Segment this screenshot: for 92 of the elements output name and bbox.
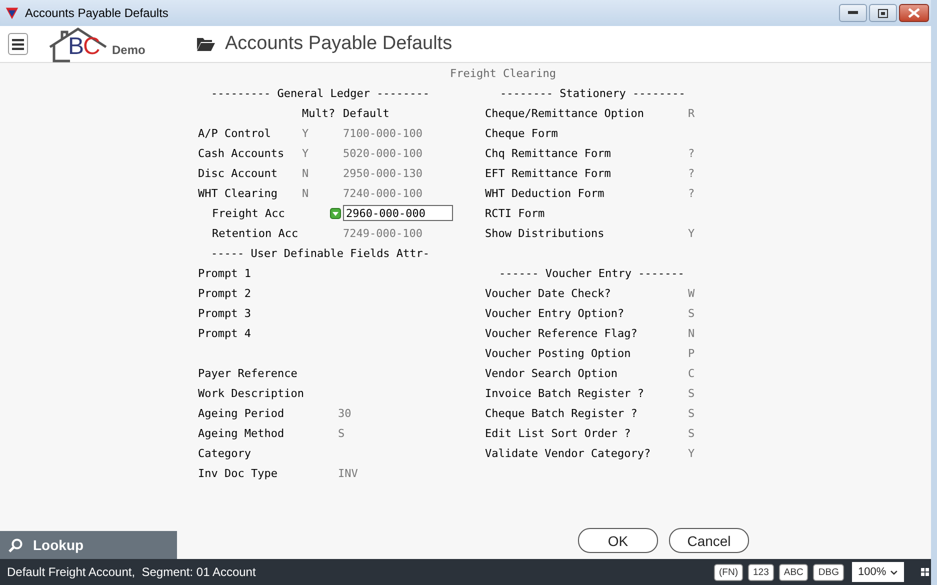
folder-icon [197,37,215,51]
field-prompt: Freight Clearing [450,66,556,80]
field-label: Work Description [198,386,304,400]
field-label: RCTI Form [485,206,545,220]
field-value: S [338,426,345,440]
field-label: Cheque/Remittance Option [485,106,644,120]
field-label: Prompt 3 [198,306,251,320]
field-label: Voucher Posting Option [485,346,631,360]
status-message: Default Freight Account, Segment: 01 Account [7,565,256,579]
field-label: Inv Doc Type [198,466,278,480]
ok-button[interactable]: OK [578,528,658,553]
field-value: S [688,306,695,320]
field-label: Vendor Search Option [485,366,618,380]
field-value: INV [338,466,358,480]
field-label: Cheque Batch Register ? [485,406,638,420]
field-value: S [688,406,695,420]
field-value: Y [302,126,309,140]
field-label: Cash Accounts [198,146,284,160]
field-label: Voucher Reference Flag? [485,326,638,340]
field-label: Retention Acc [211,226,298,240]
window-title: Accounts Payable Defaults [25,6,168,20]
menu-button[interactable] [8,33,28,55]
app-icon [5,6,19,20]
field-label: Ageing Period [198,406,284,420]
field-value: N [302,166,309,180]
field-label: Ageing Method [198,426,284,440]
field-value: P [688,346,695,360]
field-label: WHT Clearing [198,186,278,200]
field-value: 7240-000-100 [343,186,422,200]
cancel-button[interactable]: Cancel [669,528,749,553]
field-label: Prompt 1 [198,266,251,280]
field-value: Y [302,146,309,160]
mode-toggle[interactable]: (FN) [714,564,743,580]
field-label: Validate Vendor Category? [485,446,651,460]
maximize-button[interactable] [869,4,897,22]
menu-icon [12,38,24,50]
field-label: Show Distributions [485,226,604,240]
field-label: Prompt 4 [198,326,251,340]
field-value: ? [688,166,695,180]
logo: BC Demo [48,27,153,61]
field-value: 5020-000-100 [343,146,422,160]
field-value: S [688,386,695,400]
lookup-button[interactable]: Lookup [0,531,177,559]
minimize-icon [848,11,858,15]
field-label: Chq Remittance Form [485,146,611,160]
page-title: Accounts Payable Defaults [225,33,452,55]
field-label: A/P Control [198,126,271,140]
account-input[interactable]: 2960-000-000 [343,205,453,221]
section-heading: -------- Stationery -------- [499,86,686,100]
field-value: ? [688,186,695,200]
field-value: C [688,366,695,380]
field-value: Y [688,226,695,240]
field-label: Edit List Sort Order ? [485,426,631,440]
section-heading: ------ Voucher Entry ------- [498,266,684,280]
grid-icon[interactable] [921,568,929,576]
section-heading: ----- User Definable Fields Attr- [210,246,430,260]
field-value: 30 [338,406,352,420]
section-heading: --------- General Ledger -------- [210,86,430,100]
field-label: Disc Account [198,166,278,180]
field-value: 7100-000-100 [343,126,422,140]
field-value: N [688,326,695,340]
maximize-icon [878,8,888,18]
field-label: Category [198,446,251,460]
field-label: Cheque Form [485,126,558,140]
field-label: Prompt 2 [198,286,251,300]
field-label: EFT Remittance Form [485,166,611,180]
mode-toggle[interactable]: 123 [748,564,774,580]
mode-toggle[interactable]: DBG [813,564,844,580]
close-button[interactable] [899,4,929,22]
dropdown-icon[interactable] [330,208,341,218]
zoom-dropdown[interactable]: 100% [852,562,904,582]
field-value: ? [688,146,695,160]
field-value: W [688,286,695,300]
field-label: Freight Acc [211,206,285,220]
field-value: 7249-000-100 [343,226,422,240]
column-header: Default [343,106,390,120]
field-value: 2950-000-130 [343,166,422,180]
field-value: R [688,106,695,120]
field-label: Voucher Entry Option? [485,306,624,320]
close-icon [908,8,920,18]
field-value: N [302,186,309,200]
minimize-button[interactable] [839,4,867,22]
search-icon [8,538,23,552]
field-value: S [688,426,695,440]
field-value: Y [688,446,695,460]
field-label: WHT Deduction Form [485,186,604,200]
field-label: Payer Reference [198,366,298,380]
field-label: Invoice Batch Register ? [485,386,644,400]
mode-toggle[interactable]: ABC [778,564,808,580]
caret-icon [890,570,898,574]
column-header: Mult? [302,106,336,120]
field-label: Voucher Date Check? [485,286,611,300]
